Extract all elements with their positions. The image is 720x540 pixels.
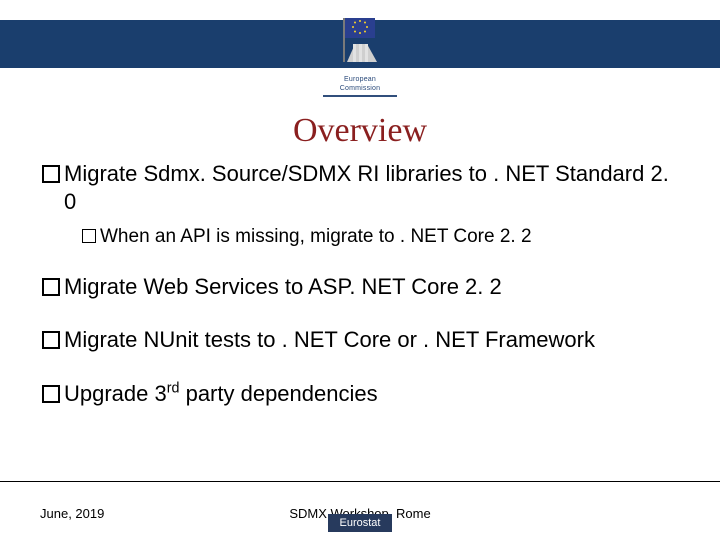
content-area: Migrate Sdmx. Source/SDMX RI libraries t… [42,160,678,407]
bullet-4-pre: Upgrade 3 [64,381,167,406]
ec-logo-svg [333,14,387,74]
bullet-1-sub-text: When an API is missing, migrate to . NET… [100,225,532,249]
slide: European Commission Overview Migrate Sdm… [0,0,720,540]
bullet-1: Migrate Sdmx. Source/SDMX RI libraries t… [42,160,678,215]
bullet-4-sup: rd [167,380,180,396]
bullet-2: Migrate Web Services to ASP. NET Core 2.… [42,273,678,301]
footer-rule [0,481,720,482]
bullet-4: Upgrade 3rd party dependencies [42,380,678,408]
logo-text-line2: Commission [323,85,397,92]
square-bullet-icon [42,165,60,183]
square-bullet-icon [82,229,96,243]
bullet-4-text: Upgrade 3rd party dependencies [64,380,378,408]
bullet-3-text: Migrate NUnit tests to . NET Core or . N… [64,326,595,354]
logo-underline [323,95,397,97]
bullet-1-sub: When an API is missing, migrate to . NET… [82,225,678,249]
bullet-2-text: Migrate Web Services to ASP. NET Core 2.… [64,273,502,301]
square-bullet-icon [42,278,60,296]
logo-text-line1: European [323,76,397,83]
bullet-4-post: party dependencies [179,381,377,406]
square-bullet-icon [42,385,60,403]
footer-badge-wrap: Eurostat [0,513,720,532]
bullet-1-text: Migrate Sdmx. Source/SDMX RI libraries t… [64,160,678,215]
square-bullet-icon [42,331,60,349]
slide-title: Overview [0,112,720,150]
bullet-3: Migrate NUnit tests to . NET Core or . N… [42,326,678,354]
eurostat-badge: Eurostat [328,514,393,532]
ec-logo: European Commission [323,14,397,97]
